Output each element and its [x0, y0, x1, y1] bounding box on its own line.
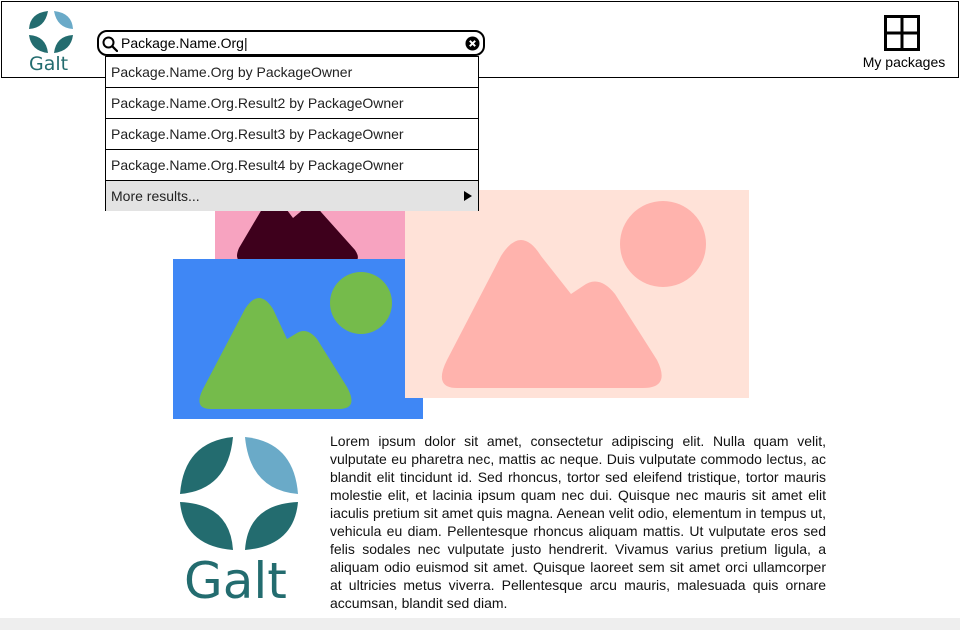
play-right-icon — [464, 191, 472, 201]
my-packages-label: My packages — [862, 54, 946, 70]
brand-name-large: Galt — [184, 552, 287, 610]
footer-bar — [0, 618, 960, 630]
my-packages-button[interactable]: My packages — [859, 12, 949, 72]
search-input[interactable] — [121, 33, 461, 53]
image-placeholder-blue — [173, 259, 423, 419]
suggestion-item[interactable]: Package.Name.Org.Result2 by PackageOwner — [106, 87, 478, 119]
suggestion-item[interactable]: Package.Name.Org.Result3 by PackageOwner — [106, 118, 478, 150]
more-results-label: More results... — [111, 188, 200, 204]
clear-icon[interactable] — [465, 36, 480, 51]
grid-icon — [884, 15, 920, 51]
brand-name: Galt — [29, 53, 69, 75]
suggestion-item[interactable]: Package.Name.Org by PackageOwner — [106, 56, 478, 88]
image-placeholder-peach — [405, 190, 749, 398]
suggestion-item[interactable]: Package.Name.Org.Result4 by PackageOwner — [106, 149, 478, 181]
search-icon[interactable] — [102, 36, 118, 52]
more-results-item[interactable]: More results... — [106, 180, 478, 211]
body-paragraph: Lorem ipsum dolor sit amet, consectetur … — [330, 433, 826, 611]
search-box[interactable] — [97, 30, 485, 56]
search-suggestions: Package.Name.Org by PackageOwner Package… — [105, 56, 479, 211]
